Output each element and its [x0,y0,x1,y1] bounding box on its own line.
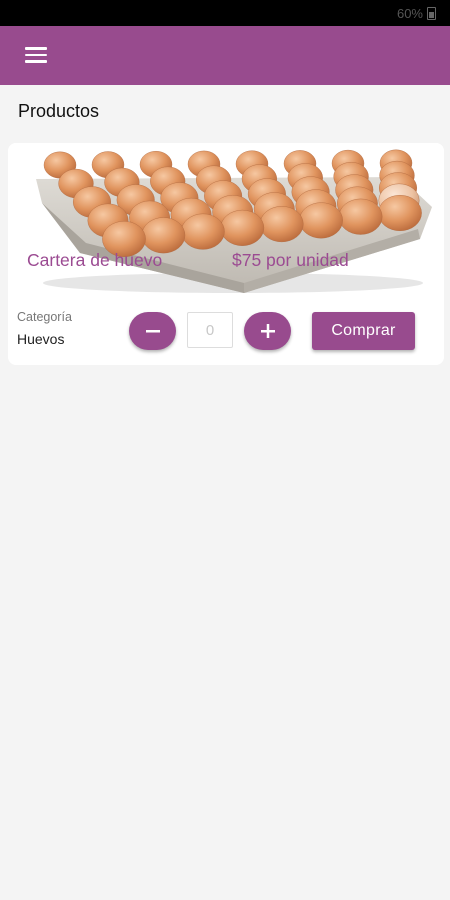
egg-shape [299,202,343,239]
battery-icon [427,7,436,20]
page-title: Productos [18,101,100,121]
buy-button[interactable]: Comprar [312,312,415,350]
product-price: $75 por unidad [232,250,349,270]
category-label: Categoría [17,310,72,324]
quantity-input[interactable] [187,312,233,348]
battery-indicator: 60% [397,6,436,21]
plus-icon [260,324,275,338]
product-name: Cartera de huevo [27,250,163,270]
egg-shape [378,195,422,231]
egg-shape [338,198,383,235]
egg-shape [181,213,225,250]
egg-carton-image [8,143,444,295]
product-card: Cartera de huevo $75 por unidad Categorí… [8,143,444,365]
egg-shape [141,217,186,254]
decrease-quantity-button[interactable] [129,312,176,350]
app-bar [0,26,450,85]
increase-quantity-button[interactable] [244,312,291,350]
battery-percent: 60% [396,6,423,21]
category-value: Huevos [17,331,65,347]
hamburger-menu-icon[interactable] [14,38,58,72]
egg-shape [259,206,304,243]
egg-shape [220,209,265,246]
status-bar: 60% [0,0,450,26]
minus-icon [145,330,160,333]
